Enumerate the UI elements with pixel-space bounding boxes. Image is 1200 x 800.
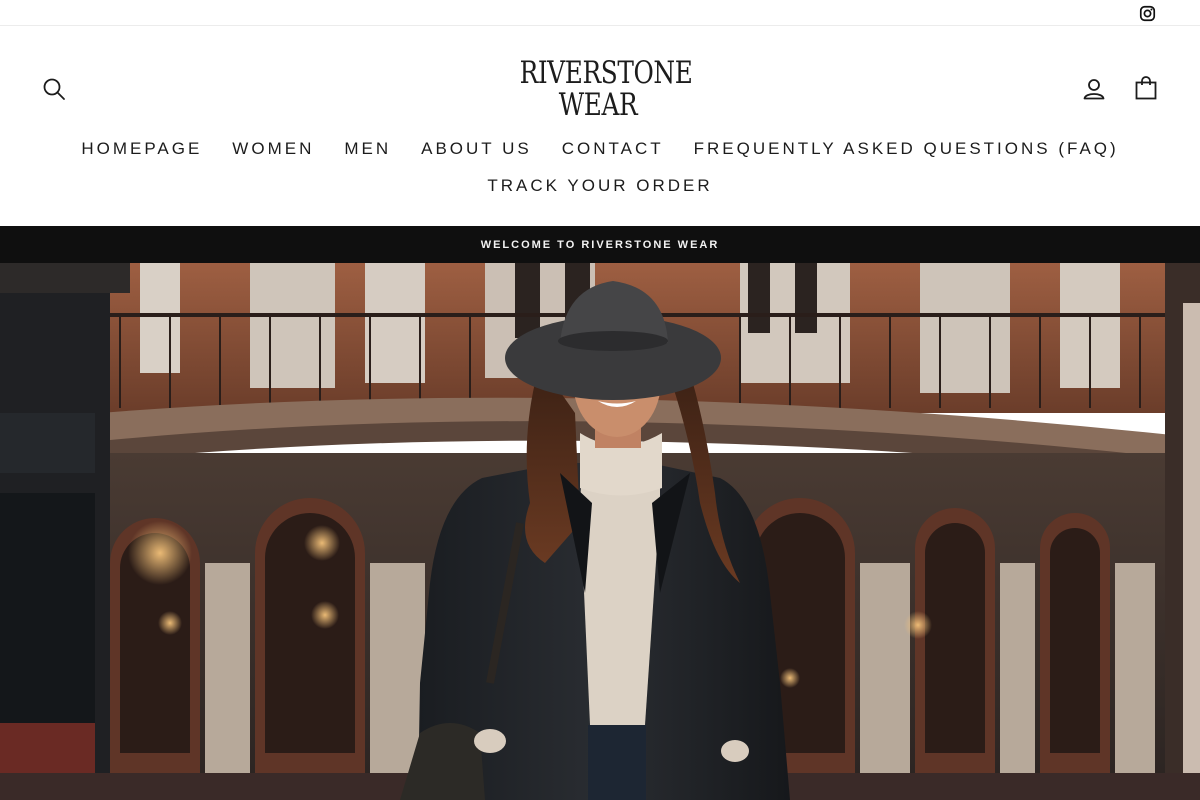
account-button[interactable] — [1080, 75, 1108, 103]
logo-line-1: RIVERSTONE — [519, 55, 693, 91]
hero-banner[interactable] — [0, 263, 1200, 800]
logo[interactable]: RIVERSTONE WEAR — [500, 57, 696, 123]
nav-item-faq[interactable]: FREQUENTLY ASKED QUESTIONS (FAQ) — [694, 139, 1119, 159]
site-header: RIVERSTONE WEAR HOMEPAGE WOMEN MEN ABOUT… — [0, 27, 1200, 226]
hero-image — [0, 263, 1200, 800]
announcement-text: WELCOME TO RIVERSTONE WEAR — [480, 238, 720, 251]
logo-line-2: WEAR — [558, 87, 638, 123]
announcement-bar: WELCOME TO RIVERSTONE WEAR — [0, 226, 1200, 263]
search-button[interactable] — [40, 75, 68, 103]
top-bar — [0, 0, 1200, 26]
bag-icon — [1135, 76, 1157, 100]
nav-row-2: TRACK YOUR ORDER — [0, 174, 1200, 198]
nav-item-women[interactable]: WOMEN — [232, 139, 314, 159]
search-icon — [43, 78, 65, 100]
cart-button[interactable] — [1132, 74, 1160, 102]
nav-item-homepage[interactable]: HOMEPAGE — [81, 139, 202, 159]
nav-item-men[interactable]: MEN — [344, 139, 391, 159]
instagram-icon[interactable] — [1137, 3, 1157, 23]
nav-item-about-us[interactable]: ABOUT US — [421, 139, 532, 159]
nav-item-track-order[interactable]: TRACK YOUR ORDER — [487, 176, 712, 196]
user-icon — [1083, 79, 1105, 100]
nav-row-1: HOMEPAGE WOMEN MEN ABOUT US CONTACT FREQ… — [0, 137, 1200, 161]
main-navigation: HOMEPAGE WOMEN MEN ABOUT US CONTACT FREQ… — [0, 137, 1200, 198]
nav-item-contact[interactable]: CONTACT — [562, 139, 664, 159]
